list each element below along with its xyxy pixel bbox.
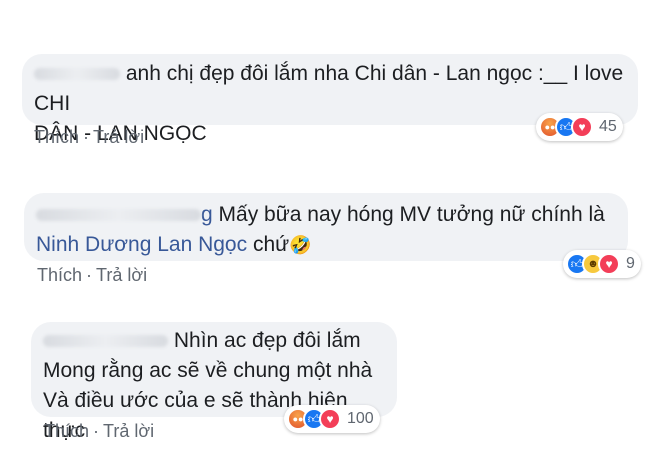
comment-2-line1: Mấy bữa nay hóng MV tưởng nữ chính là <box>218 203 605 226</box>
reply-link[interactable]: Trả lời <box>103 421 154 441</box>
comment-2-text: g Mấy bữa nay hóng MV tưởng nữ chính là … <box>36 200 626 260</box>
reaction-summary-3[interactable]: ●● 👍︎ ♥ 100 <box>284 405 380 433</box>
comment-3-actions: Thích · Trả lời <box>44 421 154 442</box>
reaction-count: 45 <box>599 118 617 135</box>
mention-link[interactable]: Ninh Dương Lan Ngọc <box>36 233 247 256</box>
author-name-blurred[interactable] <box>43 335 168 348</box>
like-link[interactable]: Thích <box>34 127 79 147</box>
author-name-blurred[interactable] <box>34 68 120 81</box>
love-reaction-icon: ♥ <box>571 116 593 138</box>
comment-2-line2-tail: chứ <box>247 233 290 256</box>
separator: · <box>93 421 100 441</box>
reply-link[interactable]: Trả lời <box>93 127 144 147</box>
rofl-emoji-icon: 🤣 <box>289 235 312 255</box>
comment-3-line2: Mong rằng ac sẽ về chung một nhà <box>43 359 373 382</box>
comment-3-line1: Nhìn ac đẹp đôi lắm <box>173 329 361 352</box>
author-name-blurred[interactable] <box>36 209 201 222</box>
comment-2-actions: Thích · Trả lời <box>37 265 147 286</box>
reaction-summary-2[interactable]: 👍︎ ☻ ♥ 9 <box>563 250 641 278</box>
reaction-summary-1[interactable]: ●● 👍︎ ♥ 45 <box>536 113 623 141</box>
reaction-count: 100 <box>347 410 374 427</box>
separator: · <box>86 265 93 285</box>
comment-1-actions: Thích · Trả lời <box>34 127 144 148</box>
like-link[interactable]: Thích <box>37 265 82 285</box>
like-link[interactable]: Thích <box>44 421 89 441</box>
separator: · <box>83 127 90 147</box>
love-reaction-icon: ♥ <box>598 253 620 275</box>
love-reaction-icon: ♥ <box>319 408 341 430</box>
reaction-count: 9 <box>626 255 635 272</box>
comment-1-line1: anh chị đẹp đôi lắm nha Chi dân - Lan ng… <box>34 62 624 115</box>
reply-link[interactable]: Trả lời <box>96 265 147 285</box>
author-name-tail[interactable]: g <box>201 203 213 226</box>
